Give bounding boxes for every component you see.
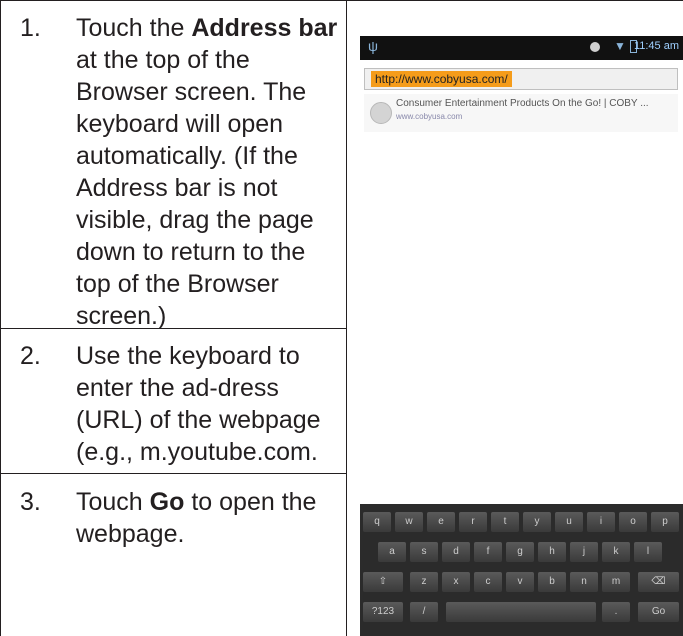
- key-g[interactable]: g: [506, 542, 534, 562]
- table-top-border: [0, 0, 683, 1]
- key-f[interactable]: f: [474, 542, 502, 562]
- key-w[interactable]: w: [395, 512, 423, 532]
- key-l[interactable]: l: [634, 542, 662, 562]
- key-o[interactable]: o: [619, 512, 647, 532]
- wifi-icon: ▼: [614, 39, 626, 53]
- key-u[interactable]: u: [555, 512, 583, 532]
- step-3: 3. Touch Go to open the webpage.: [20, 486, 345, 626]
- key-period[interactable]: .: [602, 602, 630, 622]
- key-r[interactable]: r: [459, 512, 487, 532]
- step-text: Touch the Address bar at the top of the …: [76, 14, 338, 330]
- step-text: Touch Go to open the webpage.: [76, 488, 317, 548]
- suggestion-url: www.cobyusa.com: [396, 112, 463, 121]
- spacebar-key[interactable]: [446, 602, 596, 622]
- address-bar[interactable]: http://www.cobyusa.com/: [364, 68, 678, 90]
- onscreen-keyboard: q w e r t y u i o p a s d f g h j k l ⇧ …: [360, 504, 683, 636]
- key-c[interactable]: c: [474, 572, 502, 592]
- key-e[interactable]: e: [427, 512, 455, 532]
- step-1: 1. Touch the Address bar at the top of t…: [20, 12, 345, 330]
- key-slash[interactable]: /: [410, 602, 438, 622]
- browser-screenshot: ψ ▼ 11:45 am http://www.cobyusa.com/ Con…: [360, 26, 683, 636]
- symbols-key[interactable]: ?123: [363, 602, 403, 622]
- key-d[interactable]: d: [442, 542, 470, 562]
- globe-icon: [370, 102, 392, 124]
- table-divider: [346, 0, 347, 636]
- step-2: 2. Use the keyboard to enter the ad-dres…: [20, 340, 345, 470]
- shift-key[interactable]: ⇧: [363, 572, 403, 592]
- address-url: http://www.cobyusa.com/: [371, 71, 512, 87]
- key-y[interactable]: y: [523, 512, 551, 532]
- step-text: Use the keyboard to enter the ad-dress (…: [76, 342, 321, 466]
- go-key[interactable]: Go: [638, 602, 679, 622]
- key-s[interactable]: s: [410, 542, 438, 562]
- suggestion-title: Consumer Entertainment Products On the G…: [396, 98, 649, 109]
- url-suggestion[interactable]: Consumer Entertainment Products On the G…: [364, 94, 678, 132]
- status-bar: ψ ▼ 11:45 am: [360, 36, 683, 60]
- key-t[interactable]: t: [491, 512, 519, 532]
- status-time: 11:45 am: [633, 40, 679, 52]
- row-divider-2: [0, 473, 347, 474]
- key-z[interactable]: z: [410, 572, 438, 592]
- instruction-table: 1. Touch the Address bar at the top of t…: [0, 0, 683, 636]
- step-number: 1.: [20, 14, 41, 42]
- key-k[interactable]: k: [602, 542, 630, 562]
- key-p[interactable]: p: [651, 512, 679, 532]
- key-j[interactable]: j: [570, 542, 598, 562]
- usb-icon: ψ: [368, 38, 378, 54]
- key-q[interactable]: q: [363, 512, 391, 532]
- step-number: 3.: [20, 488, 41, 516]
- key-x[interactable]: x: [442, 572, 470, 592]
- step-number: 2.: [20, 342, 41, 370]
- key-v[interactable]: v: [506, 572, 534, 592]
- key-b[interactable]: b: [538, 572, 566, 592]
- table-left-border: [0, 0, 1, 636]
- key-a[interactable]: a: [378, 542, 406, 562]
- sync-icon: [590, 42, 600, 52]
- key-i[interactable]: i: [587, 512, 615, 532]
- key-h[interactable]: h: [538, 542, 566, 562]
- key-n[interactable]: n: [570, 572, 598, 592]
- backspace-key[interactable]: ⌫: [638, 572, 679, 592]
- key-m[interactable]: m: [602, 572, 630, 592]
